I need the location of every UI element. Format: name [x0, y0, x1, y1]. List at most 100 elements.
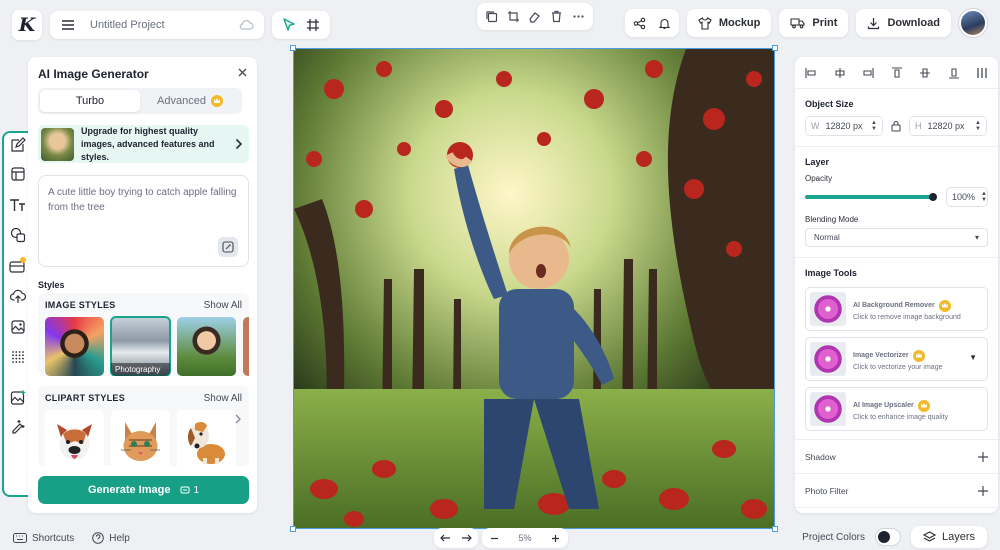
align-top-icon[interactable] [891, 67, 903, 79]
layers-button[interactable]: Layers [910, 526, 987, 548]
print-button[interactable]: Print [779, 9, 849, 37]
clipart-tile-beagle[interactable] [177, 410, 236, 469]
shortcuts-link[interactable]: Shortcuts [13, 533, 74, 544]
clipart-tile-cat[interactable] [111, 410, 170, 469]
opacity-label: Opacity [805, 174, 833, 183]
distribute-icon[interactable] [976, 67, 988, 79]
background-remover-thumbnail [810, 292, 846, 326]
stepper-icon[interactable]: ▲ ▼ [975, 120, 981, 132]
duplicate-icon[interactable] [485, 10, 498, 23]
text-tool-icon[interactable] [8, 195, 28, 215]
share-icon[interactable] [633, 17, 646, 30]
add-shadow-icon[interactable] [978, 451, 988, 462]
upload-icon[interactable] [8, 286, 28, 306]
image-styles-show-all[interactable]: Show All [204, 300, 242, 311]
photo-filter-row[interactable]: Photo Filter [795, 474, 998, 508]
expand-arrow-icon[interactable]: ▼ [969, 353, 977, 362]
image-styles-section: IMAGE STYLES Show All Photography [38, 293, 249, 376]
eraser-icon[interactable] [528, 10, 541, 23]
close-icon[interactable] [237, 67, 248, 78]
lock-ratio-icon[interactable] [891, 120, 901, 132]
properties-panel: Object Size W 12820 px ▲ ▼ H 12820 px ▲ ▼ Laye… [795, 57, 998, 513]
zoom-control: 5% [482, 528, 568, 548]
app-logo[interactable]: K [12, 10, 42, 40]
mode-tabs: Turbo Advanced [38, 88, 242, 114]
zoom-value[interactable]: 5% [518, 533, 531, 543]
tab-advanced[interactable]: Advanced [140, 90, 240, 112]
shapes-icon[interactable] [8, 225, 28, 245]
stepper-icon[interactable]: ▲ ▼ [871, 120, 877, 132]
credit-cost: 1 [180, 485, 199, 496]
tab-turbo[interactable]: Turbo [40, 90, 140, 112]
prompt-textarea[interactable]: A cute little boy trying to catch apple … [38, 175, 249, 267]
more-options-icon[interactable] [572, 10, 585, 23]
photos-icon[interactable] [8, 317, 28, 337]
project-colors-toggle[interactable] [874, 528, 901, 546]
zoom-in-icon[interactable] [551, 534, 560, 543]
opacity-input[interactable]: 100% ▲ ▼ [946, 187, 988, 207]
style-tile-anime[interactable] [177, 317, 236, 376]
ai-image-generator-icon[interactable] [8, 387, 28, 407]
layers-icon [922, 531, 936, 543]
upgrade-banner[interactable]: Upgrade for highest quality images, adva… [38, 125, 249, 163]
redo-icon[interactable] [461, 533, 473, 543]
ai-image-upscaler-tool[interactable]: AI Image Upscaler Click to enhance image … [805, 387, 988, 431]
generate-image-button[interactable]: Generate Image 1 [38, 476, 249, 504]
share-notify-group [624, 9, 679, 37]
bottom-right-controls: Project Colors Layers [802, 526, 987, 548]
undo-icon[interactable] [439, 533, 451, 543]
clipart-tile-dog[interactable] [45, 410, 104, 469]
add-photo-filter-icon[interactable] [978, 485, 988, 496]
align-right-icon[interactable] [862, 67, 874, 79]
align-center-h-icon[interactable] [834, 67, 846, 79]
edit-icon[interactable] [8, 135, 28, 155]
blending-mode-select[interactable]: Normal ▾ [805, 228, 988, 247]
top-right-actions: Mockup Print Download [624, 9, 987, 37]
align-middle-v-icon[interactable] [919, 67, 931, 79]
resize-handle-tl[interactable] [290, 45, 296, 51]
frame-tool-icon[interactable] [306, 18, 320, 32]
crop-icon[interactable] [507, 10, 520, 23]
styles-label: Styles [38, 280, 65, 290]
ai-magic-edit-icon[interactable] [8, 416, 28, 436]
cloud-sync-icon [238, 19, 254, 31]
templates-icon[interactable] [8, 164, 28, 184]
height-input[interactable]: H 12820 px ▲ ▼ [909, 116, 987, 136]
width-input[interactable]: W 12820 px ▲ ▼ [805, 116, 883, 136]
help-link[interactable]: Help [92, 532, 130, 544]
resize-handle-bl[interactable] [290, 526, 296, 532]
image-vectorizer-tool[interactable]: Image Vectorizer Click to vectorize your … [805, 337, 988, 381]
user-avatar[interactable] [959, 9, 987, 37]
tshirt-icon [698, 16, 712, 30]
style-tile-photography[interactable]: Photography [110, 316, 171, 376]
notification-bell-icon[interactable] [658, 17, 671, 30]
elements-box-icon[interactable] [8, 255, 28, 275]
undo-redo-group [434, 528, 478, 548]
pattern-dots-icon[interactable] [8, 347, 28, 367]
enhance-prompt-icon[interactable] [218, 237, 238, 257]
select-cursor-icon[interactable] [282, 18, 296, 32]
clipart-styles-show-all[interactable]: Show All [204, 393, 242, 404]
ai-background-remover-tool[interactable]: AI Background Remover Click to remove ima… [805, 287, 988, 331]
style-tile-more[interactable] [243, 317, 249, 376]
style-tile-pop-art[interactable] [45, 317, 104, 376]
delete-icon[interactable] [550, 10, 563, 23]
toggle-knob [877, 531, 890, 543]
zoom-out-icon[interactable] [490, 534, 499, 543]
resize-handle-tr[interactable] [772, 45, 778, 51]
project-name-input[interactable]: Untitled Project [90, 19, 238, 31]
resize-handle-br[interactable] [772, 526, 778, 532]
mockup-button[interactable]: Mockup [686, 9, 772, 37]
opacity-slider-knob[interactable] [929, 193, 937, 201]
hamburger-menu-icon[interactable] [60, 17, 76, 33]
align-bottom-icon[interactable] [948, 67, 960, 79]
layer-section: Layer Opacity 100% ▲ ▼ Blending Mode Norma… [795, 147, 998, 258]
premium-crown-icon [210, 95, 223, 107]
opacity-slider[interactable] [805, 193, 937, 201]
bottom-left-links: Shortcuts Help [13, 532, 130, 544]
shadow-row[interactable]: Shadow [795, 440, 998, 474]
download-button[interactable]: Download [856, 9, 951, 37]
canvas-image[interactable] [293, 48, 775, 529]
clipart-scroll-right-icon[interactable] [233, 412, 243, 426]
align-left-icon[interactable] [805, 67, 817, 79]
